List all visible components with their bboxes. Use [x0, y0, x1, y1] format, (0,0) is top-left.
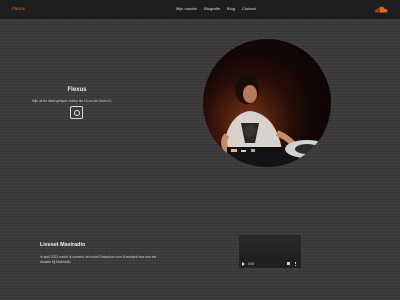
video-player[interactable]: 0:00 — [239, 235, 301, 268]
hero-subtitle: Mijn uit de hand gelopen hobby als 16-un… — [32, 99, 112, 103]
video-controls: 0:00 — [239, 259, 301, 268]
dj-photo — [203, 39, 331, 167]
soundcloud-icon[interactable] — [375, 6, 388, 13]
liveset-description: In april 2023 mocht ik namens het event … — [40, 255, 157, 264]
brand-logo-link[interactable]: Flexus — [12, 6, 25, 11]
nav-item-blog[interactable]: Blog — [227, 6, 235, 11]
hero-title: Flexus — [67, 87, 87, 93]
instagram-icon[interactable] — [70, 106, 83, 119]
more-icon[interactable] — [295, 261, 297, 266]
liveset-title: Liveset Maxiradio — [40, 242, 86, 248]
nav-item-mijn-muziek[interactable]: Mijn muziek — [176, 6, 197, 11]
main-nav: Mijn muziek Biografie Blog Contact — [176, 6, 256, 11]
play-icon[interactable] — [242, 261, 245, 266]
nav-item-contact[interactable]: Contact — [242, 6, 256, 11]
video-time: 0:00 — [248, 261, 255, 266]
nav-item-biografie[interactable]: Biografie — [204, 6, 220, 11]
top-navigation-bar: Flexus Mijn muziek Biografie Blog Contac… — [0, 0, 400, 19]
dj-photo-illustration — [203, 39, 331, 167]
volume-icon[interactable] — [287, 262, 290, 265]
